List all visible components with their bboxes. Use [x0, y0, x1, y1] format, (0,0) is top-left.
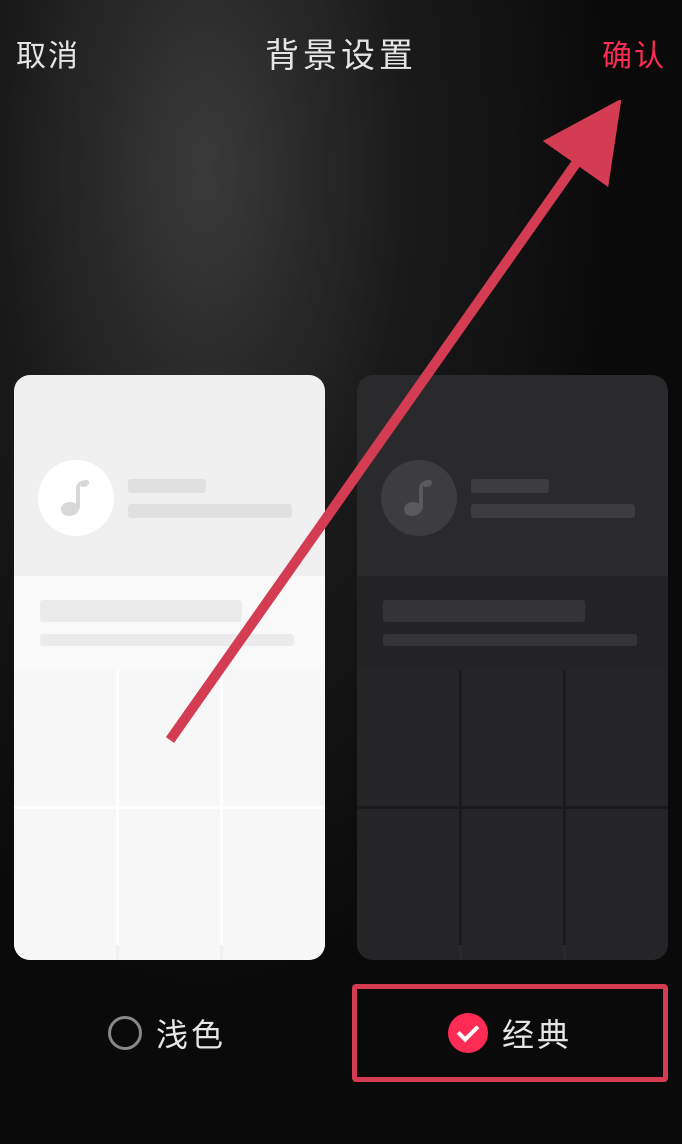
grid-cell	[223, 809, 325, 945]
grid-cell	[566, 670, 668, 806]
card-grid-bottom-light	[14, 945, 325, 960]
grid-cell	[462, 809, 564, 945]
card-grid-light	[14, 670, 325, 945]
card-header-dark	[357, 375, 668, 576]
music-note-icon	[401, 478, 437, 518]
confirm-button[interactable]: 确认	[602, 31, 666, 75]
avatar-placeholder	[381, 460, 457, 536]
card-header-light	[14, 375, 325, 576]
grid-cell	[119, 809, 221, 945]
card-grid-dark	[357, 670, 668, 945]
line-placeholder	[471, 504, 635, 518]
theme-card-dark[interactable]	[357, 375, 668, 960]
card-grid-bottom-dark	[357, 945, 668, 960]
grid-cell	[223, 670, 325, 806]
grid-cell	[223, 945, 325, 960]
content-line	[383, 600, 585, 622]
grid-cell	[14, 809, 116, 945]
line-placeholder	[128, 479, 206, 493]
grid-cell	[462, 670, 564, 806]
grid-cell	[119, 670, 221, 806]
radio-unchecked-icon	[108, 1016, 142, 1050]
theme-light-label: 浅色	[156, 1010, 226, 1056]
card-content-light	[14, 576, 325, 670]
card-content-dark	[357, 576, 668, 670]
checkmark-icon	[457, 1020, 480, 1043]
theme-dark-label: 经典	[502, 1010, 572, 1056]
content-line	[40, 600, 242, 622]
theme-labels-container: 浅色 经典	[0, 984, 682, 1082]
cancel-button[interactable]: 取消	[16, 31, 80, 75]
music-note-icon	[58, 478, 94, 518]
grid-cell	[14, 670, 116, 806]
profile-lines	[128, 479, 301, 518]
grid-cell	[357, 809, 459, 945]
theme-card-light[interactable]	[14, 375, 325, 960]
content-line	[383, 634, 637, 646]
grid-cell	[119, 945, 221, 960]
grid-cell	[357, 670, 459, 806]
page-title: 背景设置	[265, 28, 417, 77]
theme-label-dark[interactable]: 经典	[352, 984, 668, 1082]
profile-lines	[471, 479, 644, 518]
line-placeholder	[128, 504, 292, 518]
header: 取消 背景设置 确认	[0, 0, 682, 105]
grid-cell	[357, 945, 459, 960]
radio-checked-icon	[448, 1013, 488, 1053]
content-line	[40, 634, 294, 646]
grid-cell	[566, 945, 668, 960]
grid-cell	[14, 945, 116, 960]
grid-cell	[462, 945, 564, 960]
line-placeholder	[471, 479, 549, 493]
theme-label-light[interactable]: 浅色	[14, 984, 320, 1082]
grid-cell	[566, 809, 668, 945]
avatar-placeholder	[38, 460, 114, 536]
theme-options-container	[0, 375, 682, 960]
